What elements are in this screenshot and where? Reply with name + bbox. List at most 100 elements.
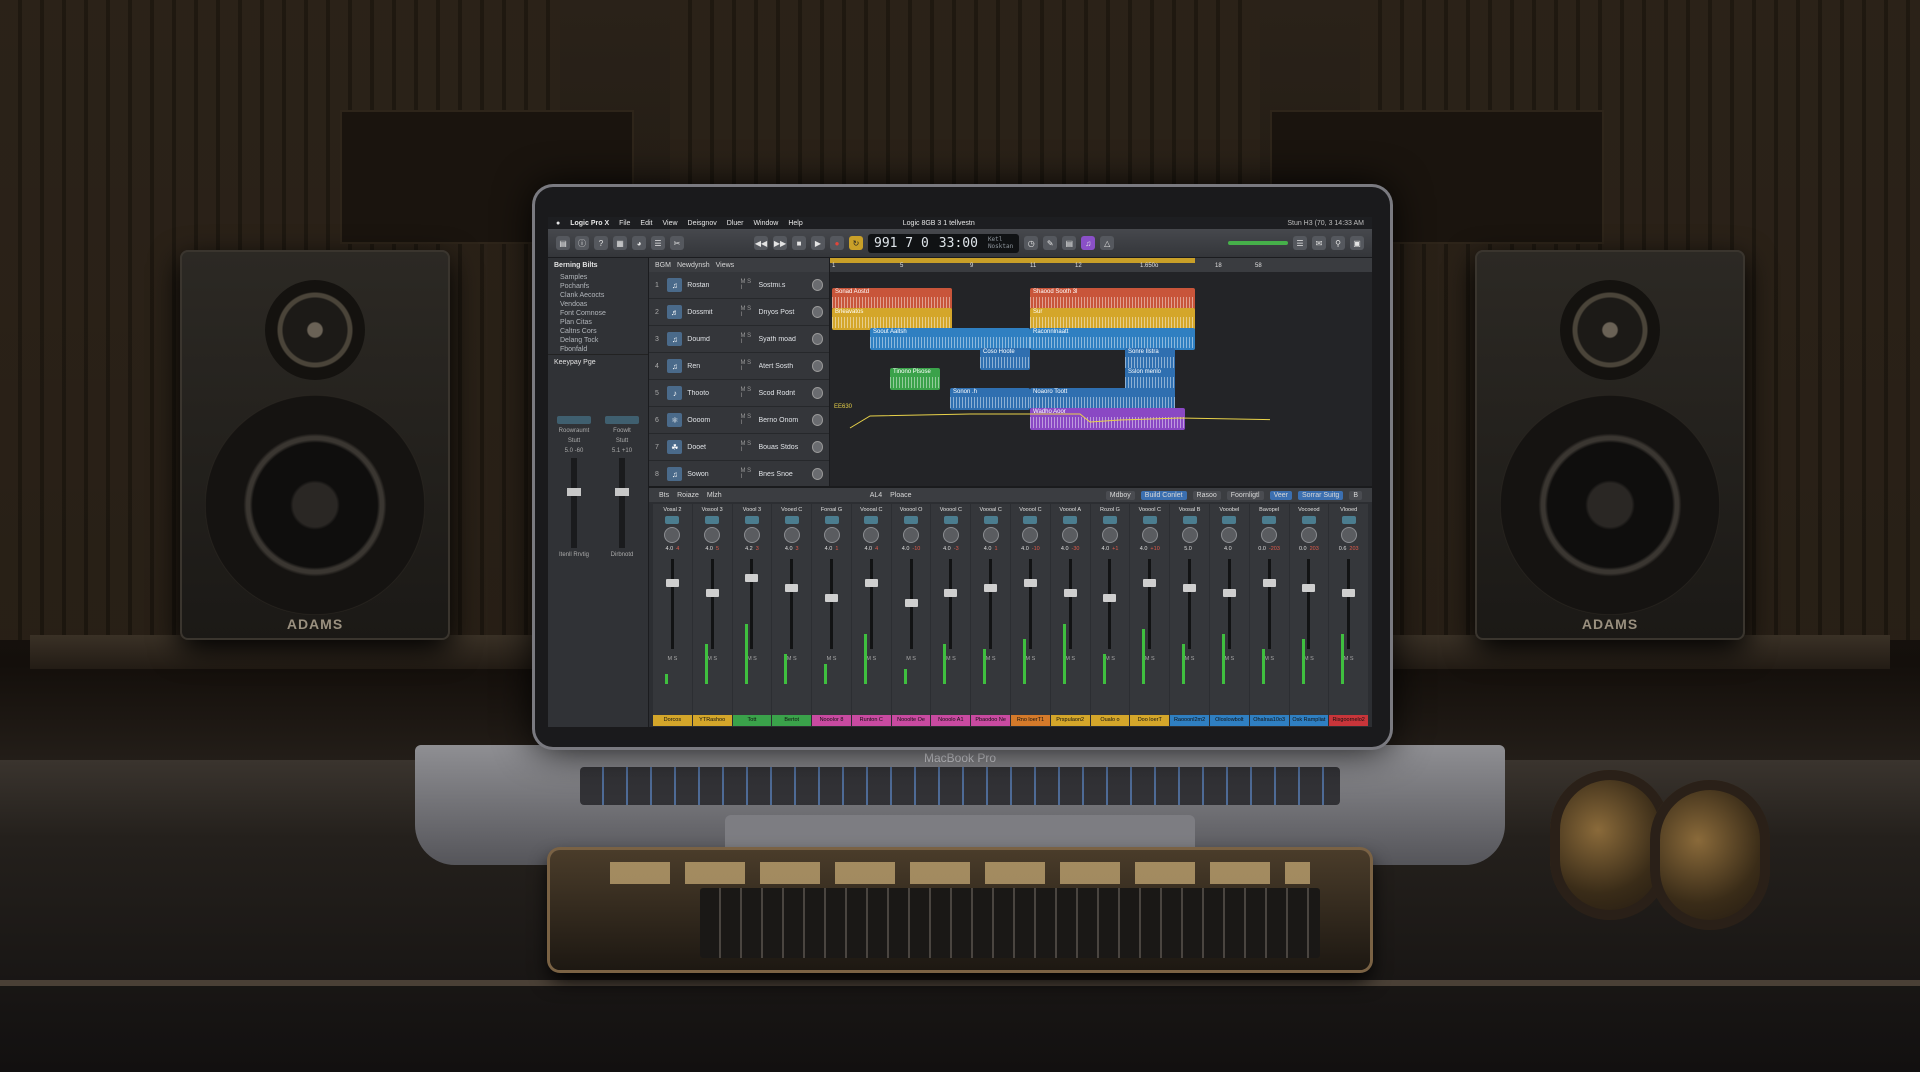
instrument-icon[interactable]: ♬	[667, 305, 683, 319]
pan-knob[interactable]	[743, 527, 760, 543]
lcd-display[interactable]: 991 7 0 33:00 Ketl Nosktan	[868, 233, 1020, 253]
mute-solo-buttons[interactable]: M S	[1145, 656, 1155, 662]
volume-fader[interactable]	[785, 559, 799, 649]
track-name[interactable]: Thooto	[687, 390, 735, 397]
library-item[interactable]: Font Comnose	[548, 309, 648, 318]
fader-cap[interactable]	[1183, 584, 1197, 592]
plugin-insert-slot[interactable]	[824, 516, 839, 524]
menu-view[interactable]: View	[662, 220, 677, 227]
mixer-filter-button[interactable]: Veer	[1269, 490, 1292, 500]
pan-knob[interactable]	[811, 279, 824, 291]
stop-icon[interactable]: ■	[792, 236, 806, 250]
pan-knob[interactable]	[942, 527, 959, 543]
audio-region[interactable]: Sslon menlo	[1125, 368, 1175, 390]
fader-cap[interactable]	[665, 579, 679, 587]
instrument-icon[interactable]: ♫	[667, 332, 683, 346]
mixer-edit-menu[interactable]: Bts	[659, 492, 669, 499]
fader-cap[interactable]	[944, 589, 958, 597]
audio-region[interactable]: Shaood Sooth 3l	[1030, 288, 1195, 310]
plugin-insert-slot[interactable]	[1182, 516, 1197, 524]
mute-solo-buttons[interactable]: M S	[1105, 656, 1115, 662]
menu-help[interactable]: Help	[788, 220, 802, 227]
fader-cap[interactable]	[1262, 579, 1276, 587]
volume-fader[interactable]	[1222, 559, 1236, 649]
mixer-tag[interactable]: Ploace	[890, 492, 911, 499]
track-header[interactable]: 4 ♫ Ren M S I Atert Sosth	[649, 353, 829, 380]
track-header[interactable]: 5 ♪ Thooto M S I Scod Rodnt	[649, 380, 829, 407]
pan-knob[interactable]	[1062, 527, 1079, 543]
toolbar-icon[interactable]: ▦	[613, 236, 627, 250]
fader-cap[interactable]	[1103, 594, 1117, 602]
audio-region[interactable]: Sonon .h	[950, 388, 1030, 410]
mute-solo-buttons[interactable]: M S	[1344, 656, 1354, 662]
mixer-tag[interactable]: AL4	[870, 492, 882, 499]
view-menu[interactable]: Views	[716, 262, 735, 269]
fader-cap[interactable]	[1063, 589, 1077, 597]
track-name[interactable]: Oooom	[687, 417, 735, 424]
forward-icon[interactable]: ▶▶	[773, 236, 787, 250]
plugin-insert-slot[interactable]	[1102, 516, 1117, 524]
volume-fader[interactable]	[984, 559, 998, 649]
browser-icon[interactable]: ▣	[1350, 236, 1364, 250]
instrument-icon[interactable]: ☘	[667, 440, 683, 454]
plugin-insert-slot[interactable]	[904, 516, 919, 524]
fader-cap[interactable]	[984, 584, 998, 592]
volume-fader[interactable]	[705, 559, 719, 649]
ruler[interactable]: 1 5 9 11 12 1.650o 18 58	[830, 258, 1372, 272]
audio-region[interactable]: Sonre Ilstra	[1125, 348, 1175, 370]
mixer-filter-button[interactable]: B	[1349, 490, 1362, 500]
mixer-filter-button[interactable]: Build Conlet	[1140, 490, 1187, 500]
mute-solo-buttons[interactable]: M S I	[741, 414, 754, 426]
library-section[interactable]: Keeypay Pge	[548, 354, 648, 370]
track-name[interactable]: Ren	[687, 363, 735, 370]
edit-menu[interactable]: BGM	[655, 262, 671, 269]
library-item[interactable]: Plan Citas	[548, 318, 648, 327]
mute-solo-buttons[interactable]: M S	[747, 656, 757, 662]
menu-app-name[interactable]: Logic Pro X	[570, 220, 609, 227]
audio-region[interactable]: Sonad Aostd	[832, 288, 952, 310]
fader-cap[interactable]	[705, 589, 719, 597]
plugin-insert-slot[interactable]	[744, 516, 759, 524]
channel-name[interactable]: Vooed C	[772, 507, 811, 513]
channel-name[interactable]: Vooool A	[1051, 507, 1090, 513]
inspector-plugin-slot[interactable]	[557, 416, 591, 424]
mute-solo-buttons[interactable]: M S	[707, 656, 717, 662]
pan-knob[interactable]	[823, 527, 840, 543]
track-header[interactable]: 6 ⚛ Oooom M S I Berno Onom	[649, 407, 829, 434]
channel-name[interactable]: Foroal G	[812, 507, 851, 513]
library-item[interactable]: Vendoas	[548, 300, 648, 309]
channel-name[interactable]: Voooal C	[852, 507, 891, 513]
volume-fader[interactable]	[825, 559, 839, 649]
pan-knob[interactable]	[903, 527, 920, 543]
plugin-insert-slot[interactable]	[943, 516, 958, 524]
mute-solo-buttons[interactable]: M S	[668, 656, 678, 662]
volume-fader[interactable]	[745, 559, 759, 649]
play-icon[interactable]: ▶	[811, 236, 825, 250]
mixer-options-menu[interactable]: Roiaze	[677, 492, 699, 499]
mute-solo-buttons[interactable]: M S	[986, 656, 996, 662]
inspector-plugin-slot[interactable]	[605, 416, 639, 424]
functions-menu[interactable]: Newdynsh	[677, 262, 710, 269]
mixer-icon[interactable]: ☰	[651, 236, 665, 250]
mute-solo-buttons[interactable]: M S	[946, 656, 956, 662]
channel-name[interactable]: Vooool C	[1011, 507, 1050, 513]
pan-knob[interactable]	[704, 527, 721, 543]
track-header[interactable]: 3 ♫ Doumd M S I Syath moad	[649, 326, 829, 353]
plugin-insert-slot[interactable]	[1023, 516, 1038, 524]
apple-icon[interactable]: ●	[556, 220, 560, 227]
library-item[interactable]: Fbonfald	[548, 345, 648, 354]
volume-fader[interactable]	[1183, 559, 1197, 649]
mute-solo-buttons[interactable]: M S	[1026, 656, 1036, 662]
pan-knob[interactable]	[982, 527, 999, 543]
metronome-icon[interactable]: △	[1100, 236, 1115, 250]
mute-solo-buttons[interactable]: M S	[1185, 656, 1195, 662]
arrange-area[interactable]: 1 5 9 11 12 1.650o 18 58 Sonad Aostd Shao…	[830, 258, 1372, 486]
library-icon[interactable]: ▤	[556, 236, 570, 250]
inspector-fader[interactable]	[615, 458, 629, 548]
library-item[interactable]: Delang Tock	[548, 336, 648, 345]
fader-cap[interactable]	[904, 599, 918, 607]
plugin-insert-slot[interactable]	[784, 516, 799, 524]
pan-knob[interactable]	[811, 441, 824, 453]
volume-fader[interactable]	[1342, 559, 1356, 649]
channel-name[interactable]: Vooool O	[892, 507, 931, 513]
